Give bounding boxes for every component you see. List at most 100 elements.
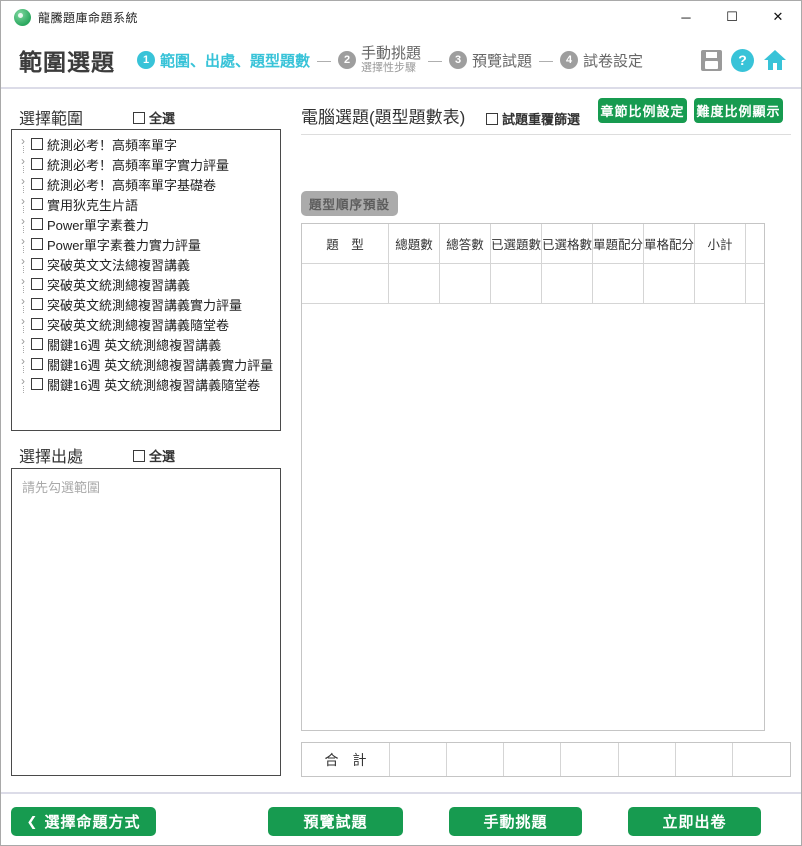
- expand-chevron-icon[interactable]: ›: [21, 176, 25, 186]
- table-cell: [695, 264, 746, 303]
- range-tree-item[interactable]: › Power單字素養力實力評量: [12, 234, 280, 254]
- range-tree-item[interactable]: › 關鍵16週 英文統測總複習講義實力評量: [12, 354, 280, 374]
- range-item-checkbox[interactable]: [31, 198, 43, 210]
- range-item-checkbox[interactable]: [31, 358, 43, 370]
- range-item-checkbox[interactable]: [31, 278, 43, 290]
- range-item-checkbox[interactable]: [31, 338, 43, 350]
- range-tree-item[interactable]: › 實用狄克生片語: [12, 194, 280, 214]
- expand-chevron-icon[interactable]: ›: [21, 336, 25, 346]
- range-tree: › 統測必考！高頻率單字 › 統測必考！高頻率單字實力評量 › 統測必考！高頻率…: [11, 129, 281, 431]
- totals-cell: [390, 743, 447, 776]
- range-item-label: 統測必考！高頻率單字基礎卷: [47, 175, 216, 194]
- totals-cell: [504, 743, 561, 776]
- totals-cell: [447, 743, 504, 776]
- step-4-paper-settings[interactable]: 4 試卷設定: [560, 50, 643, 71]
- page-title: 範圍選題: [19, 43, 115, 77]
- expand-chevron-icon[interactable]: ›: [21, 376, 25, 386]
- range-item-checkbox[interactable]: [31, 318, 43, 330]
- range-item-checkbox[interactable]: [31, 178, 43, 190]
- step-3-label: 預覽試題: [472, 50, 532, 71]
- app-title: 龍騰題庫命題系統: [38, 9, 138, 26]
- preview-questions-button[interactable]: 預覽試題: [268, 807, 403, 836]
- maximize-button[interactable]: ☐: [709, 1, 755, 33]
- app-window: { "titlebar": { "app_title": "龍騰題庫命題系統",…: [0, 0, 802, 846]
- range-tree-item[interactable]: › 統測必考！高頻率單字基礎卷: [12, 174, 280, 194]
- range-tree-item[interactable]: › 突破英文統測總複習講義: [12, 274, 280, 294]
- totals-label: 合 計: [302, 743, 390, 776]
- range-item-checkbox[interactable]: [31, 218, 43, 230]
- table-cell: [389, 264, 440, 303]
- range-item-checkbox[interactable]: [31, 258, 43, 270]
- expand-chevron-icon[interactable]: ›: [21, 276, 25, 286]
- close-button[interactable]: ✕: [755, 1, 801, 33]
- range-section-header: 選擇範圍 全選: [19, 105, 279, 129]
- type-order-default-button[interactable]: 題型順序預設: [301, 191, 398, 216]
- step-4-label: 試卷設定: [583, 50, 643, 71]
- totals-cell: [561, 743, 618, 776]
- range-select-all-checkbox[interactable]: [133, 112, 145, 124]
- range-tree-item[interactable]: › 突破英文統測總複習講義隨堂卷: [12, 314, 280, 334]
- source-select-all-checkbox[interactable]: [133, 450, 145, 462]
- titlebar: 龍騰題庫命題系統 ─ ☐ ✕: [1, 1, 801, 33]
- range-item-checkbox[interactable]: [31, 138, 43, 150]
- home-icon[interactable]: [763, 49, 787, 71]
- minimize-button[interactable]: ─: [663, 1, 709, 33]
- duplicate-filter[interactable]: 試題重覆篩選: [486, 109, 580, 128]
- range-item-label: 關鍵16週 英文統測總複習講義: [47, 335, 221, 354]
- save-icon[interactable]: [701, 50, 722, 71]
- source-placeholder: 請先勾選範圍: [22, 480, 100, 495]
- range-item-label: 統測必考！高頻率單字實力評量: [47, 155, 229, 174]
- range-tree-item[interactable]: › 關鍵16週 英文統測總複習講義: [12, 334, 280, 354]
- step-3-number: 3: [449, 51, 467, 69]
- range-tree-item[interactable]: › 突破英文文法總複習講義: [12, 254, 280, 274]
- range-tree-item[interactable]: › 突破英文統測總複習講義實力評量: [12, 294, 280, 314]
- expand-chevron-icon[interactable]: ›: [21, 316, 25, 326]
- expand-chevron-icon[interactable]: ›: [21, 256, 25, 266]
- expand-chevron-icon[interactable]: ›: [21, 196, 25, 206]
- range-tree-item[interactable]: › 關鍵16週 英文統測總複習講義隨堂卷: [12, 374, 280, 394]
- range-item-checkbox[interactable]: [31, 158, 43, 170]
- difficulty-ratio-button[interactable]: 難度比例顯示: [694, 98, 783, 123]
- column-header: 已選題數: [491, 224, 542, 263]
- expand-chevron-icon[interactable]: ›: [21, 356, 25, 366]
- choose-method-back-button[interactable]: ❮ 選擇命題方式: [11, 807, 156, 836]
- step-1-range[interactable]: 1 範圍、出處、題型題數: [137, 50, 310, 71]
- question-type-table: 題 型 總題數 總答數 已選題數 已選格數 單題配分 單格配分 小計: [301, 223, 765, 731]
- step-4-number: 4: [560, 51, 578, 69]
- right-panel-divider: [301, 134, 791, 135]
- range-tree-item[interactable]: › 統測必考！高頻率單字實力評量: [12, 154, 280, 174]
- help-icon[interactable]: ?: [731, 49, 754, 72]
- expand-chevron-icon[interactable]: ›: [21, 296, 25, 306]
- table-cell-spacer: [746, 264, 763, 303]
- step-dash: —: [317, 52, 331, 68]
- table-cell: [302, 264, 389, 303]
- expand-chevron-icon[interactable]: ›: [21, 156, 25, 166]
- source-section-header: 選擇出處 全選: [19, 443, 279, 467]
- expand-chevron-icon[interactable]: ›: [21, 216, 25, 226]
- column-header: 已選格數: [542, 224, 593, 263]
- back-chevron-icon: ❮: [27, 814, 39, 830]
- range-item-label: 關鍵16週 英文統測總複習講義隨堂卷: [47, 375, 260, 394]
- column-header: 單題配分: [593, 224, 644, 263]
- source-select-all[interactable]: 全選: [133, 446, 175, 465]
- range-item-label: 實用狄克生片語: [47, 195, 138, 214]
- range-item-label: Power單字素養力實力評量: [47, 235, 201, 254]
- range-item-checkbox[interactable]: [31, 298, 43, 310]
- step-2-manual-pick[interactable]: 2 手動挑題 選擇性步驟: [338, 46, 421, 75]
- duplicate-filter-checkbox[interactable]: [486, 113, 498, 125]
- range-item-checkbox[interactable]: [31, 238, 43, 250]
- chapter-ratio-button[interactable]: 章節比例設定: [598, 98, 687, 123]
- expand-chevron-icon[interactable]: ›: [21, 136, 25, 146]
- step-2-number: 2: [338, 51, 356, 69]
- step-3-preview[interactable]: 3 預覽試題: [449, 50, 532, 71]
- generate-paper-button[interactable]: 立即出卷: [628, 807, 761, 836]
- step-dash: —: [539, 52, 553, 68]
- manual-pick-button[interactable]: 手動挑題: [449, 807, 582, 836]
- range-select-all[interactable]: 全選: [133, 108, 175, 127]
- column-header: 單格配分: [644, 224, 695, 263]
- range-item-checkbox[interactable]: [31, 378, 43, 390]
- range-tree-item[interactable]: › Power單字素養力: [12, 214, 280, 234]
- computer-selection-title: 電腦選題(題型題數表): [301, 103, 465, 128]
- range-tree-item[interactable]: › 統測必考！高頻率單字: [12, 134, 280, 154]
- expand-chevron-icon[interactable]: ›: [21, 236, 25, 246]
